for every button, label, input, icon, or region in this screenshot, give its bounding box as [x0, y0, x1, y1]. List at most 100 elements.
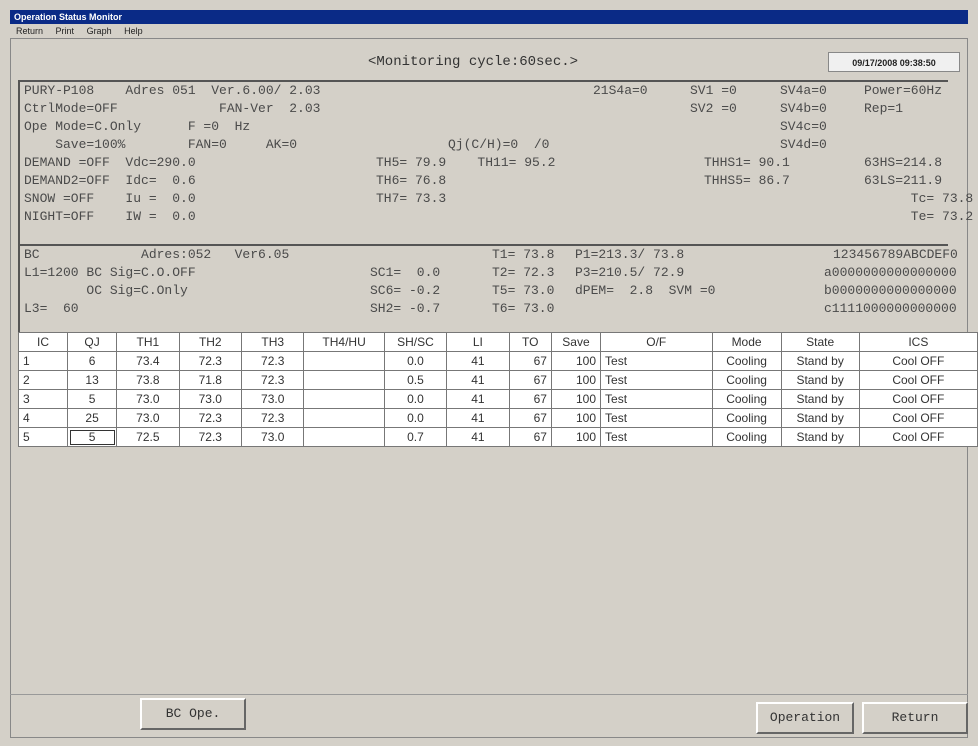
cell-ics: Cool OFF — [858, 389, 978, 409]
col-ics: ICS — [858, 332, 978, 352]
cell-ic: 4 — [17, 408, 69, 428]
thhs1-reading: THHS1= 90.1 — [704, 155, 790, 170]
cell-ics: Cool OFF — [858, 408, 978, 428]
cell-ics: Cool OFF — [858, 427, 978, 447]
cell-shsc: 0.0 — [383, 389, 448, 409]
cell-state: Stand by — [780, 370, 860, 390]
menu-print[interactable]: Print — [56, 26, 75, 36]
bc-line-2: L1=1200 BC Sig=C.O.OFF — [24, 265, 196, 280]
cell-of: Test — [600, 408, 713, 428]
cell-th3: 72.3 — [240, 370, 305, 390]
bc-line-4: L3= 60 — [24, 301, 79, 316]
thhs5-reading: THHS5= 86.7 — [704, 173, 790, 188]
col-th1: TH1 — [116, 332, 180, 352]
cell-qj[interactable]: 5 — [67, 427, 118, 447]
col-to: TO — [508, 332, 552, 352]
p3-reading: P3=210.5/ 72.9 — [575, 265, 685, 280]
menu-help[interactable]: Help — [124, 26, 143, 36]
cell-shsc: 0.0 — [383, 408, 448, 428]
col-save: Save — [550, 332, 602, 352]
cell-th4hu — [303, 427, 385, 447]
table-row[interactable]: 4 25 73.0 72.3 72.3 0.0 41 67 100 Test C… — [17, 408, 978, 428]
hex-row-a: a0000000000000000 — [824, 265, 957, 280]
power-reading: Power=60Hz — [864, 83, 943, 98]
hex-row-c: c1111000000000000 — [824, 301, 957, 316]
cell-ic: 1 — [17, 351, 69, 371]
cell-qj: 25 — [67, 408, 118, 428]
cell-th4hu — [303, 408, 385, 428]
cell-mode: Cooling — [711, 427, 782, 447]
th5-th11-reading: TH5= 79.9 TH11= 95.2 — [376, 155, 556, 170]
cell-of: Test — [600, 427, 713, 447]
qj-reading: Qj(C/H)=0 /0 — [448, 137, 550, 152]
monitoring-cycle: <Monitoring cycle:60sec.> — [368, 54, 579, 70]
outdoor-line-4: Save=100% FAN=0 AK=0 — [24, 137, 298, 152]
outdoor-line-5: DEMAND =OFF Vdc=290.0 — [24, 155, 196, 170]
menu-bar: Return Print Graph Help — [10, 24, 968, 38]
cell-li: 41 — [446, 351, 510, 371]
cell-of: Test — [600, 370, 713, 390]
outdoor-line-8: NIGHT=OFF IW = 0.0 — [24, 209, 196, 224]
cell-ics: Cool OFF — [858, 370, 978, 390]
bc-ope-button[interactable]: BC Ope. — [140, 698, 246, 730]
cell-th3: 73.0 — [240, 427, 305, 447]
cell-shsc: 0.5 — [383, 370, 448, 390]
cell-ic: 2 — [17, 370, 69, 390]
cell-of: Test — [600, 351, 713, 371]
cell-mode: Cooling — [711, 389, 782, 409]
rep-reading: Rep=1 — [864, 101, 904, 116]
cell-ic: 5 — [17, 427, 69, 447]
table-row[interactable]: 3 5 73.0 73.0 73.0 0.0 41 67 100 Test Co… — [17, 389, 978, 409]
cell-li: 41 — [446, 408, 510, 428]
cell-save: 100 — [550, 408, 602, 428]
cell-ic: 3 — [17, 389, 69, 409]
sc1-reading: SC1= 0.0 — [370, 265, 441, 280]
th6-reading: TH6= 76.8 — [376, 173, 447, 188]
sv4d-reading: SV4d=0 — [780, 137, 827, 152]
menu-return[interactable]: Return — [16, 26, 43, 36]
hex-header: 123456789ABCDEF0 — [833, 247, 958, 262]
col-ic: IC — [17, 332, 69, 352]
cell-state: Stand by — [780, 351, 860, 371]
cell-to: 67 — [508, 408, 552, 428]
cell-to: 67 — [508, 427, 552, 447]
cell-th3: 73.0 — [240, 389, 305, 409]
cell-th1: 73.4 — [116, 351, 180, 371]
cell-th1: 72.5 — [116, 427, 180, 447]
t5-reading: T5= 73.0 — [492, 283, 555, 298]
col-state: State — [780, 332, 860, 352]
cell-mode: Cooling — [711, 408, 782, 428]
cell-th4hu — [303, 351, 385, 371]
cell-th2: 72.3 — [178, 427, 243, 447]
bc-line-3: OC Sig=C.Only — [24, 283, 188, 298]
table-row[interactable]: 2 13 73.8 71.8 72.3 0.5 41 67 100 Test C… — [17, 370, 978, 390]
t2-reading: T2= 72.3 — [492, 265, 555, 280]
cell-th3: 72.3 — [240, 351, 305, 371]
outdoor-line-6: DEMAND2=OFF Idc= 0.6 — [24, 173, 196, 188]
t1-reading: T1= 73.8 — [492, 247, 555, 262]
table-row[interactable]: 1 6 73.4 72.3 72.3 0.0 41 67 100 Test Co… — [17, 351, 978, 371]
operation-button[interactable]: Operation — [756, 702, 854, 734]
te-reading: Te= 73.2 — [864, 209, 974, 224]
cell-th3: 72.3 — [240, 408, 305, 428]
col-qj: QJ — [67, 332, 118, 352]
cell-state: Stand by — [780, 408, 860, 428]
63ls-reading: 63LS=211.9 — [864, 173, 943, 188]
sv4b-reading: SV4b=0 — [780, 101, 827, 116]
cell-li: 41 — [446, 370, 510, 390]
return-button[interactable]: Return — [862, 702, 968, 734]
cell-th2: 71.8 — [178, 370, 243, 390]
cell-state: Stand by — [780, 427, 860, 447]
menu-graph[interactable]: Graph — [87, 26, 112, 36]
outdoor-line-2: CtrlMode=OFF FAN-Ver 2.03 — [24, 101, 321, 116]
cell-shsc: 0.7 — [383, 427, 448, 447]
cell-th2: 72.3 — [178, 408, 243, 428]
cell-qj: 5 — [67, 389, 118, 409]
cell-li: 41 — [446, 389, 510, 409]
col-mode: Mode — [711, 332, 782, 352]
cell-to: 67 — [508, 389, 552, 409]
cell-to: 67 — [508, 370, 552, 390]
sv2-reading: SV2 =0 — [690, 101, 737, 116]
table-row[interactable]: 5 5 72.5 72.3 73.0 0.7 41 67 100 Test Co… — [17, 427, 978, 447]
indoor-unit-table: IC QJ TH1 TH2 TH3 TH4/HU SH/SC LI TO Sav… — [17, 332, 978, 447]
